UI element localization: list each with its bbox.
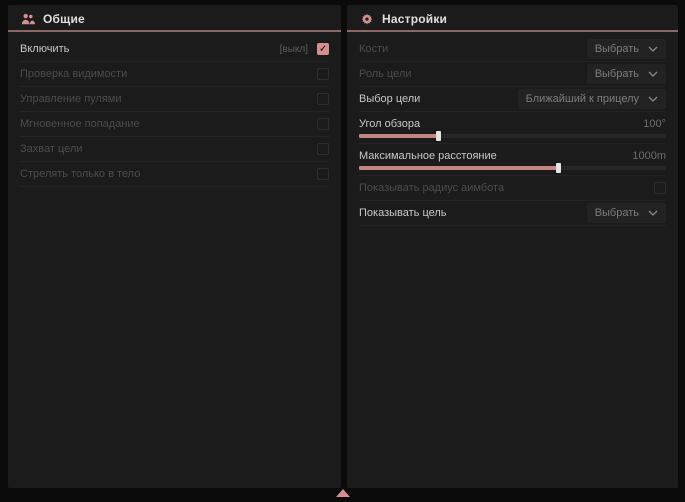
checkbox[interactable] [317, 68, 329, 80]
select-value: Ближайший к прицелу [526, 93, 639, 105]
toggle-label: Управление пулями [20, 93, 122, 105]
setting-row-fov: Угол обзора 100° [359, 112, 666, 144]
chevron-down-icon [648, 96, 658, 102]
max-distance-slider-fill [359, 166, 559, 170]
chevron-down-icon [648, 210, 658, 216]
setting-row-bones: Кости Выбрать [359, 37, 666, 62]
toggle-row-show-radius[interactable]: Показывать радиус аимбота [359, 176, 666, 201]
checkbox[interactable] [654, 182, 666, 194]
toggle-row-bullet-control[interactable]: Управление пулями [20, 87, 329, 112]
panel-settings-title: Настройки [382, 12, 447, 26]
panel-general-title: Общие [43, 12, 85, 26]
toggle-label: Проверка видимости [20, 68, 127, 80]
cursor-triangle [336, 489, 350, 497]
panel-general-header: Общие [8, 5, 341, 30]
select-value: Выбрать [595, 207, 639, 219]
toggle-label: Стрелять только в тело [20, 168, 140, 180]
chevron-down-icon [648, 46, 658, 52]
toggle-row-visibility-check[interactable]: Проверка видимости [20, 62, 329, 87]
check-icon: ✓ [319, 44, 327, 53]
select-value: Выбрать [595, 43, 639, 55]
show-target-select[interactable]: Выбрать [587, 203, 666, 223]
checkbox[interactable] [317, 93, 329, 105]
checkbox[interactable] [317, 143, 329, 155]
settings-rows: Кости Выбрать Роль цели Выбрать [347, 32, 678, 226]
toggle-row-body-only[interactable]: Стрелять только в тело [20, 162, 329, 187]
target-choice-select[interactable]: Ближайший к прицелу [518, 89, 666, 109]
general-rows: Включить [выкл] ✓ Проверка видимости Упр… [8, 32, 341, 187]
slider-value: 1000m [632, 150, 666, 162]
setting-label: Выбор цели [359, 93, 420, 105]
keybind-hint: [выкл] [280, 44, 308, 55]
checkbox[interactable]: ✓ [317, 43, 329, 55]
fov-slider-fill [359, 134, 439, 138]
setting-label: Максимальное расстояние [359, 150, 497, 162]
toggle-label: Мгновенное попадание [20, 118, 140, 130]
toggle-row-target-lock[interactable]: Захват цели [20, 137, 329, 162]
bones-select[interactable]: Выбрать [587, 39, 666, 59]
setting-label: Угол обзора [359, 118, 420, 130]
select-value: Выбрать [595, 68, 639, 80]
toggle-label: Показывать радиус аимбота [359, 182, 504, 194]
checkbox[interactable] [317, 168, 329, 180]
toggle-row-instant-hit[interactable]: Мгновенное попадание [20, 112, 329, 137]
gear-icon [359, 11, 374, 26]
fov-slider-handle[interactable] [436, 131, 441, 141]
fov-slider[interactable] [359, 134, 666, 138]
panel-general: Общие Включить [выкл] ✓ Проверка видимос… [8, 5, 341, 488]
max-distance-slider[interactable] [359, 166, 666, 170]
users-icon [20, 11, 35, 26]
panel-settings: Настройки Кости Выбрать Роль цели Выбрат… [347, 5, 678, 488]
setting-row-max-distance: Максимальное расстояние 1000m [359, 144, 666, 176]
chevron-down-icon [648, 71, 658, 77]
setting-label: Кости [359, 43, 388, 55]
setting-row-show-target: Показывать цель Выбрать [359, 201, 666, 226]
setting-label: Роль цели [359, 68, 411, 80]
toggle-label: Включить [20, 43, 69, 55]
screen: Общие Включить [выкл] ✓ Проверка видимос… [0, 0, 685, 502]
target-role-select[interactable]: Выбрать [587, 64, 666, 84]
toggle-row-enable[interactable]: Включить [выкл] ✓ [20, 37, 329, 62]
panel-settings-header: Настройки [347, 5, 678, 30]
setting-row-target-choice: Выбор цели Ближайший к прицелу [359, 87, 666, 112]
setting-row-target-role: Роль цели Выбрать [359, 62, 666, 87]
toggle-label: Захват цели [20, 143, 82, 155]
checkbox[interactable] [317, 118, 329, 130]
setting-label: Показывать цель [359, 207, 447, 219]
max-distance-slider-handle[interactable] [556, 163, 561, 173]
slider-value: 100° [643, 118, 666, 130]
